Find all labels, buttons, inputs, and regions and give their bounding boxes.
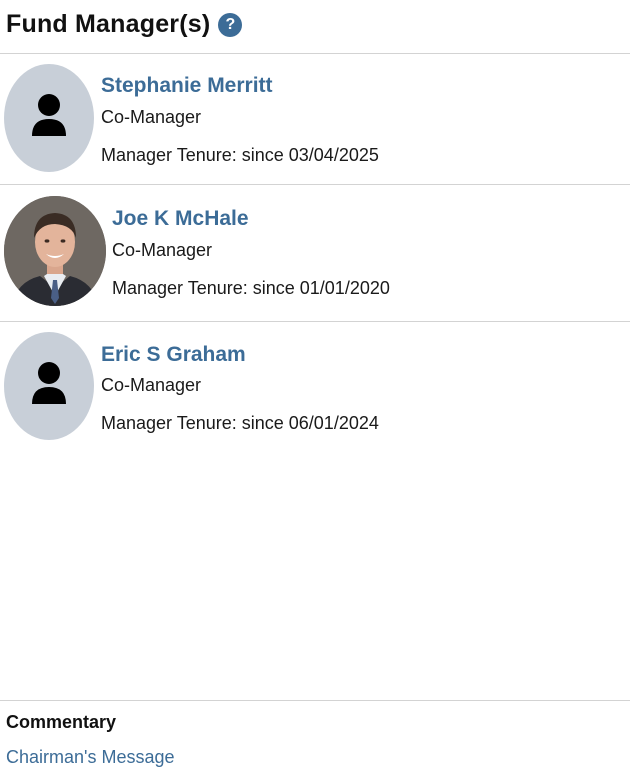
person-silhouette-icon (4, 64, 94, 172)
section-header: Fund Manager(s) ? (6, 6, 243, 42)
manager-tenure: Manager Tenure: since 06/01/2024 (101, 413, 379, 433)
commentary-heading: Commentary (6, 712, 117, 732)
manager-role: Co-Manager (112, 240, 213, 260)
manager-tenure: Manager Tenure: since 03/04/2025 (101, 145, 379, 165)
commentary-divider (0, 700, 630, 701)
manager-tenure: Manager Tenure: since 01/01/2020 (112, 278, 390, 298)
manager-photo (4, 196, 106, 306)
manager-role: Co-Manager (101, 375, 202, 395)
help-icon[interactable]: ? (218, 13, 243, 37)
manager-row: Eric S Graham Co-Manager Manager Tenure:… (0, 322, 630, 452)
manager-row: Stephanie Merritt Co-Manager Manager Ten… (0, 54, 630, 184)
page-title: Fund Manager(s) (6, 9, 211, 38)
manager-role: Co-Manager (101, 107, 202, 127)
person-silhouette-icon (4, 332, 94, 440)
manager-name-link[interactable]: Joe K McHale (112, 207, 249, 231)
manager-row: Joe K McHale Co-Manager Manager Tenure: … (0, 185, 630, 321)
manager-name-link[interactable]: Stephanie Merritt (101, 74, 273, 98)
manager-name-link[interactable]: Eric S Graham (101, 343, 246, 367)
chairmans-message-link[interactable]: Chairman's Message (6, 747, 175, 768)
